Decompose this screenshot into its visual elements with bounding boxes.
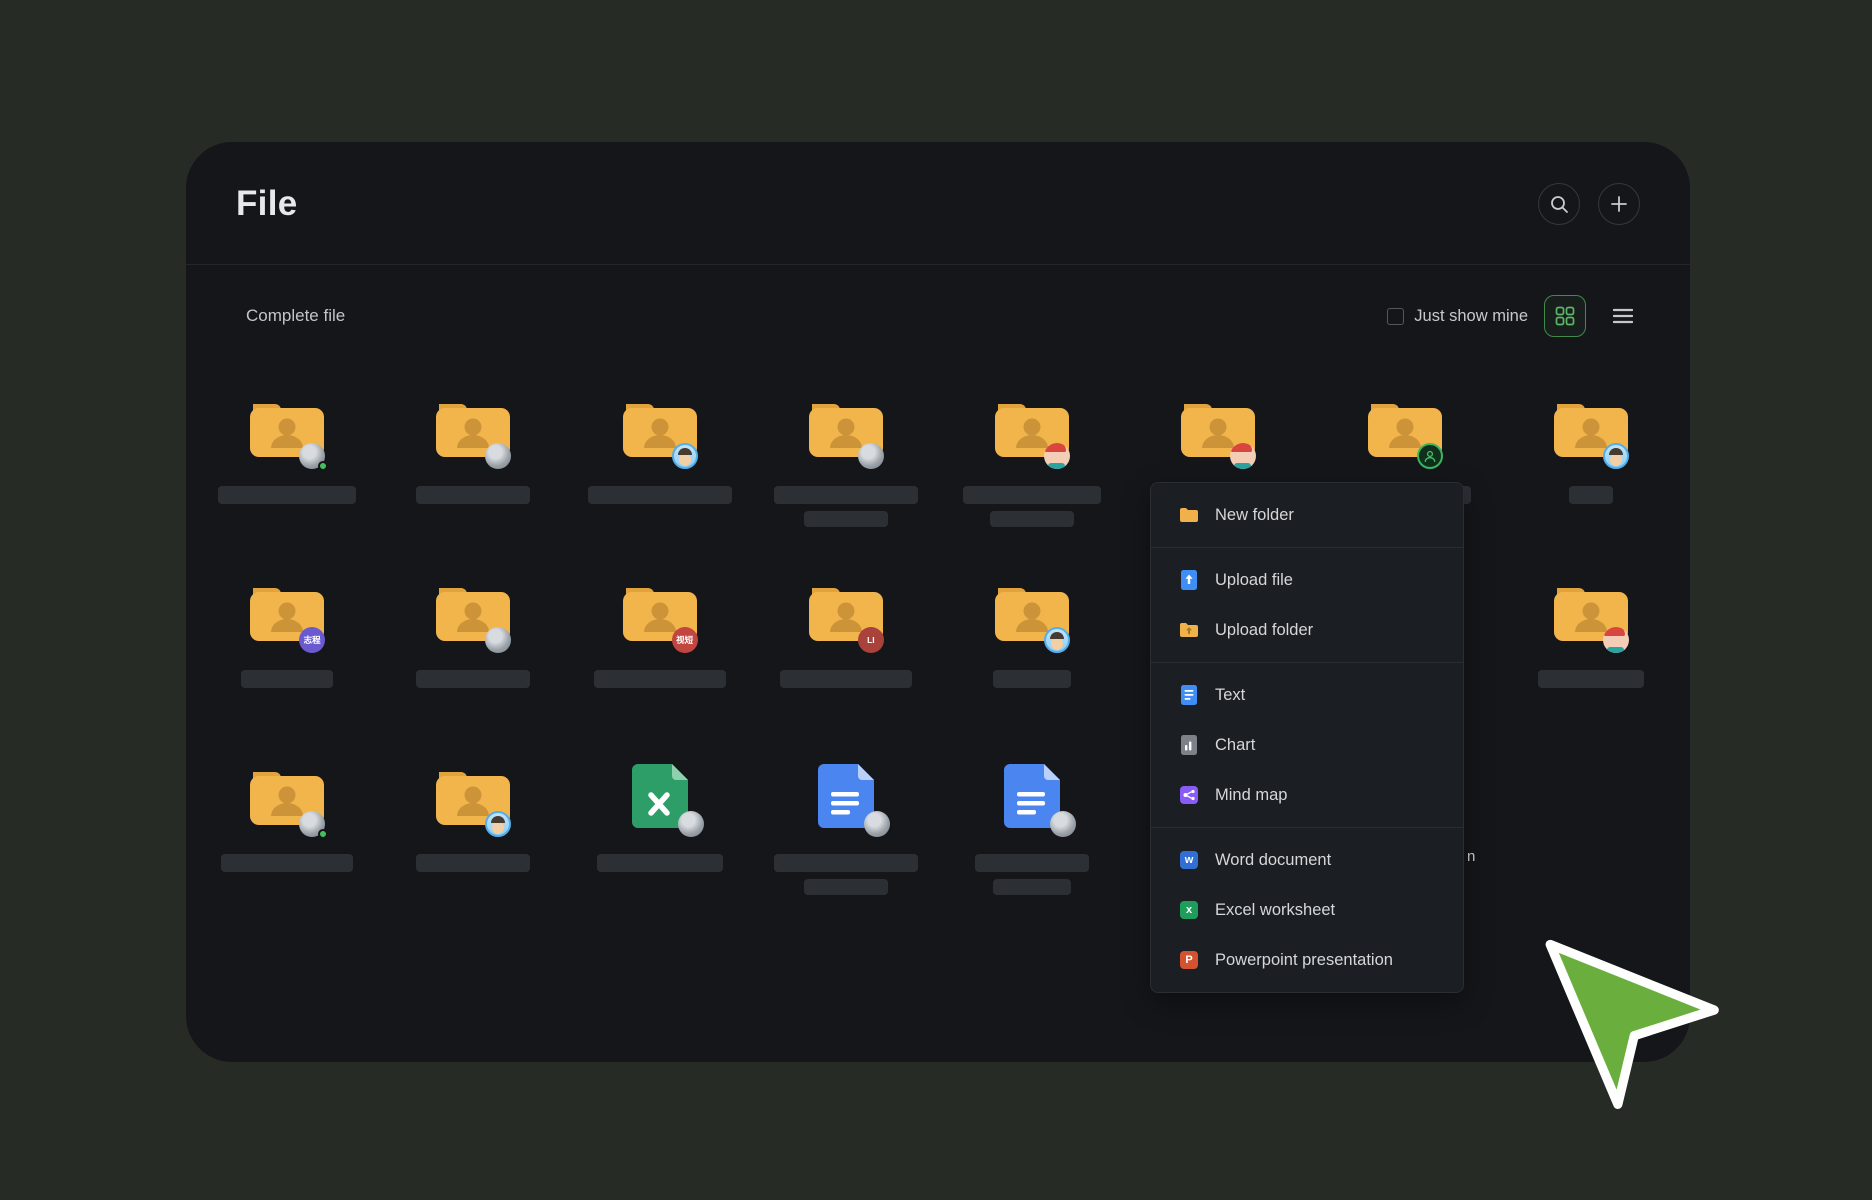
text-file-icon [1179,685,1199,705]
item-label-redacted [221,854,353,872]
folder-item[interactable] [588,396,732,580]
item-label-redacted [416,670,530,688]
item-label-redacted [993,879,1071,895]
menu-item-upload-folder[interactable]: Upload folder [1151,605,1463,655]
create-context-menu: New folder Upload file Upload folder [1150,482,1464,993]
desktop-background: { "header": { "title": "File" }, "toolba… [0,0,1872,1200]
word-icon: w [1179,850,1199,870]
item-label-redacted [416,486,530,504]
just-show-mine-toggle[interactable]: Just show mine [1387,307,1528,326]
page-title: File [236,182,298,226]
excel-file-item[interactable] [597,764,723,948]
upload-file-icon [1179,570,1199,590]
item-label-redacted [990,511,1074,527]
add-new-button[interactable] [1598,183,1640,225]
just-show-mine-label: Just show mine [1414,307,1528,326]
boy-avatar [485,811,511,837]
item-label-redacted [1569,486,1613,504]
folder-item[interactable] [416,396,530,580]
menu-item-word-document[interactable]: w Word document [1151,835,1463,885]
folder-item[interactable] [774,396,918,580]
menu-item-mind-map[interactable]: Mind map [1151,770,1463,820]
menu-item-upload-file[interactable]: Upload file [1151,555,1463,605]
folder-item[interactable]: 视短 [594,580,726,764]
grid-view-button[interactable] [1544,295,1586,337]
menu-item-excel-worksheet[interactable]: x Excel worksheet [1151,885,1463,935]
girl-avatar [1044,443,1070,469]
doc-file-item[interactable] [774,764,918,948]
item-label-redacted [218,486,356,504]
item-label-redacted [963,486,1101,504]
item-label-redacted [975,854,1089,872]
file-manager-window: File Complete file Just show mine [186,142,1690,1062]
initials-badge-avatar: 视短 [672,627,698,653]
search-button[interactable] [1538,183,1580,225]
window-header: File [186,142,1690,226]
grid-view-icon [1555,306,1575,326]
cat-avatar [485,443,511,469]
just-show-mine-checkbox[interactable] [1387,308,1404,325]
folder-item[interactable] [416,580,530,764]
cat-avatar [485,627,511,653]
item-label-redacted [993,670,1071,688]
item-label-redacted [241,670,333,688]
girl-avatar [1603,627,1629,653]
item-label-redacted [774,486,918,504]
list-view-icon [1613,308,1633,324]
shared-person-icon [1417,443,1443,469]
list-view-button[interactable] [1602,295,1644,337]
mind-map-icon [1179,785,1199,805]
item-label-redacted [804,511,888,527]
doc-file-item[interactable] [975,764,1089,948]
item-label-redacted [597,854,723,872]
item-label-redacted [1538,670,1644,688]
menu-item-chart[interactable]: Chart [1151,720,1463,770]
cat-avatar [678,811,704,837]
boy-avatar [1044,627,1070,653]
upload-folder-icon [1179,620,1199,640]
new-folder-icon [1179,505,1199,525]
folder-item[interactable] [990,580,1074,764]
folder-item[interactable] [1549,396,1633,580]
girl-avatar [1230,443,1256,469]
initials-badge-avatar: 志程 [299,627,325,653]
section-label: Complete file [246,306,345,326]
item-label-redacted [774,854,918,872]
excel-icon: x [1179,900,1199,920]
boy-avatar [1603,443,1629,469]
folder-item[interactable] [1538,580,1644,764]
online-status-dot [318,829,328,839]
plus-icon [1609,194,1629,214]
chart-file-icon [1179,735,1199,755]
online-status-dot [318,461,328,471]
menu-item-text[interactable]: Text [1151,670,1463,720]
folder-item[interactable]: 志程 [241,580,333,764]
boy-avatar [672,443,698,469]
toolbar: Complete file Just show mine [186,265,1690,337]
item-label-redacted [416,854,530,872]
item-label-redacted [780,670,912,688]
folder-item[interactable] [963,396,1101,580]
cat-avatar [858,443,884,469]
item-label-redacted [804,879,888,895]
menu-item-new-folder[interactable]: New folder [1151,490,1463,540]
folder-item[interactable] [218,396,356,580]
item-label-redacted [588,486,732,504]
cat-avatar [1050,811,1076,837]
cat-avatar [864,811,890,837]
powerpoint-icon: P [1179,950,1199,970]
item-label-redacted [594,670,726,688]
folder-item[interactable]: LI [780,580,912,764]
obscured-item-label-fragment: n [1467,848,1475,865]
menu-item-powerpoint[interactable]: P Powerpoint presentation [1151,935,1463,985]
initials-badge-avatar: LI [858,627,884,653]
folder-item[interactable] [221,764,353,948]
folder-item[interactable] [416,764,530,948]
search-icon [1549,194,1569,214]
